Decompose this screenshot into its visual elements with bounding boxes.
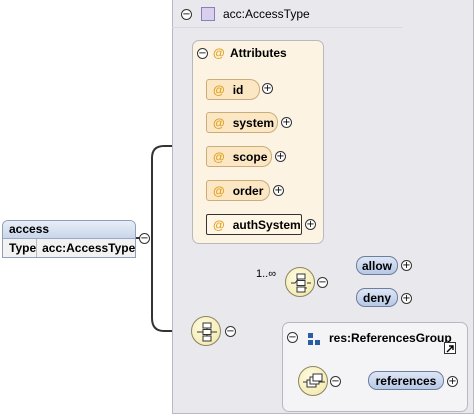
expand-scope-button[interactable]: + (275, 151, 286, 162)
attribute-authsystem[interactable]: @ authSystem (206, 214, 302, 235)
attribute-label: scope (232, 149, 268, 164)
root-type-row: Type acc:AccessType (3, 239, 135, 257)
collapse-root-button[interactable]: − (139, 233, 150, 244)
attribute-icon: @ (213, 82, 225, 97)
attribute-system[interactable]: @ system (206, 112, 278, 133)
attribute-icon: @ (213, 217, 225, 232)
collapse-sequence-button[interactable]: − (225, 326, 236, 337)
expand-allow-button[interactable]: + (401, 260, 412, 271)
open-reference-icon[interactable] (444, 342, 456, 354)
attribute-label: authSystem (232, 217, 301, 232)
attributes-at-icon: @ (213, 46, 225, 60)
expand-references-button[interactable]: + (447, 376, 458, 387)
attribute-icon: @ (213, 149, 225, 164)
expand-order-button[interactable]: + (273, 185, 284, 196)
element-references[interactable]: references (368, 371, 444, 390)
expand-authsystem-button[interactable]: + (305, 219, 316, 230)
attribute-label: order (232, 183, 264, 198)
collapse-attributes-button[interactable]: − (197, 48, 208, 59)
choice-occurrence-label: 1..∞ (256, 268, 277, 280)
element-deny[interactable]: deny (356, 288, 398, 307)
root-element-access[interactable]: access Type acc:AccessType (2, 220, 136, 258)
collapse-choice-button[interactable]: − (317, 277, 328, 288)
attribute-id[interactable]: @ id (206, 79, 260, 100)
expand-deny-button[interactable]: + (401, 293, 412, 304)
element-allow[interactable]: allow (356, 256, 398, 275)
attribute-label: id (232, 82, 244, 97)
attribute-scope[interactable]: @ scope (206, 146, 272, 167)
group-ref-title: res:ReferencesGroup (329, 331, 452, 345)
attribute-label: system (232, 115, 275, 130)
sequence-compositor-icon[interactable] (191, 316, 221, 346)
root-element-name: access (3, 221, 135, 239)
attribute-icon: @ (213, 115, 225, 130)
attribute-icon: @ (213, 183, 225, 198)
attribute-order[interactable]: @ order (206, 180, 270, 201)
collapse-group-sequence-button[interactable]: − (330, 376, 341, 387)
root-type-label: Type (3, 239, 38, 257)
collapse-type-button[interactable]: − (181, 9, 192, 20)
type-header-divider (172, 27, 402, 28)
root-type-value: acc:AccessType (37, 239, 135, 257)
expand-system-button[interactable]: + (281, 117, 292, 128)
expand-id-button[interactable]: + (262, 83, 273, 94)
complex-type-icon (201, 7, 215, 21)
collapse-group-button[interactable]: − (287, 332, 298, 343)
model-group-icon (307, 332, 321, 346)
type-panel-title: acc:AccessType (223, 7, 310, 21)
attributes-title: Attributes (230, 46, 287, 60)
group-sequence-compositor-icon[interactable] (298, 366, 328, 396)
choice-compositor-icon[interactable] (285, 267, 315, 297)
